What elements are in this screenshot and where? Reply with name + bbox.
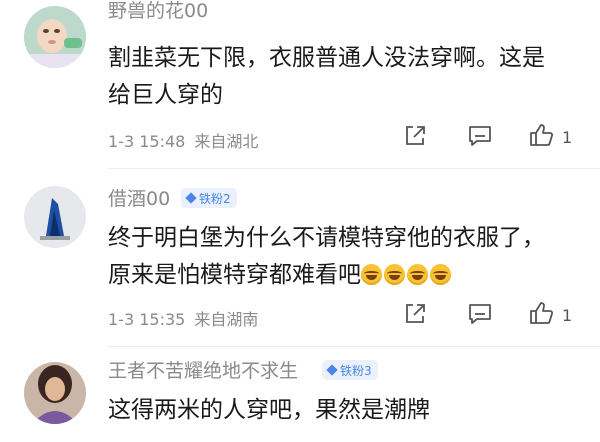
comment-line: 原来是怕模特穿都难看吧 bbox=[108, 257, 545, 294]
username[interactable]: 野兽的花00 bbox=[108, 0, 208, 23]
avatar[interactable] bbox=[24, 186, 86, 248]
comment-3: 王者不苦耀绝地不求生 铁粉3 这得两米的人穿吧，果然是潮牌 bbox=[0, 350, 600, 442]
diamond-icon bbox=[185, 192, 197, 204]
comment-line: 给巨人穿的 bbox=[108, 82, 223, 108]
sculpture-photo-avatar bbox=[24, 186, 86, 248]
avatar[interactable] bbox=[24, 6, 86, 68]
thumbs-up-icon[interactable] bbox=[528, 300, 554, 330]
comment-line-text: 原来是怕模特穿都难看吧 bbox=[108, 262, 361, 288]
comment-text: 这得两米的人穿吧，果然是潮牌 bbox=[108, 392, 430, 429]
avatar[interactable] bbox=[24, 362, 86, 424]
like-count: 1 bbox=[562, 128, 573, 147]
baby-photo-avatar bbox=[24, 6, 86, 68]
laugh-cry-emoji bbox=[407, 264, 428, 285]
comment-text: 割韭菜无下限，衣服普通人没法穿啊。这是 给巨人穿的 bbox=[108, 40, 545, 114]
comment-text: 终于明白堡为什么不请模特穿他的衣服了， 原来是怕模特穿都难看吧 bbox=[108, 220, 545, 294]
comment-line: 割韭菜无下限，衣服普通人没法穿啊。这是 bbox=[108, 45, 545, 71]
comment-icon[interactable] bbox=[467, 302, 493, 330]
comment-2: 借酒00 铁粉2 终于明白堡为什么不请模特穿他的衣服了， 原来是怕模特穿都难看吧… bbox=[0, 170, 600, 347]
share-icon[interactable] bbox=[403, 302, 427, 330]
thumbs-up-icon[interactable] bbox=[528, 122, 554, 152]
comment-1: 野兽的花00 割韭菜无下限，衣服普通人没法穿啊。这是 给巨人穿的 1-3 15:… bbox=[0, 0, 600, 170]
comment-meta: 1-3 15:48 来自湖北 bbox=[108, 128, 258, 152]
divider bbox=[108, 168, 600, 169]
location: 来自湖南 bbox=[194, 310, 259, 329]
timestamp: 1-3 15:48 bbox=[108, 132, 186, 151]
like-count: 1 bbox=[562, 306, 573, 325]
comment-line: 这得两米的人穿吧，果然是潮牌 bbox=[108, 397, 430, 423]
username[interactable]: 借酒00 bbox=[108, 184, 170, 211]
share-icon[interactable] bbox=[403, 124, 427, 152]
timestamp: 1-3 15:35 bbox=[108, 310, 186, 329]
fan-badge-label: 铁粉2 bbox=[199, 191, 231, 206]
fan-badge: 铁粉3 bbox=[322, 360, 378, 380]
laugh-cry-emoji bbox=[361, 264, 382, 285]
divider bbox=[108, 346, 600, 347]
diamond-icon bbox=[326, 364, 338, 376]
comment-meta: 1-3 15:35 来自湖南 bbox=[108, 306, 258, 330]
fan-badge: 铁粉2 bbox=[181, 188, 237, 208]
portrait-photo-avatar bbox=[24, 362, 86, 424]
location: 来自湖北 bbox=[194, 132, 259, 151]
username[interactable]: 王者不苦耀绝地不求生 bbox=[108, 356, 298, 383]
laugh-cry-emoji bbox=[430, 264, 451, 285]
comment-line: 终于明白堡为什么不请模特穿他的衣服了， bbox=[108, 225, 545, 251]
laugh-cry-emoji bbox=[384, 264, 405, 285]
comment-icon[interactable] bbox=[467, 124, 493, 152]
fan-badge-label: 铁粉3 bbox=[340, 363, 372, 378]
